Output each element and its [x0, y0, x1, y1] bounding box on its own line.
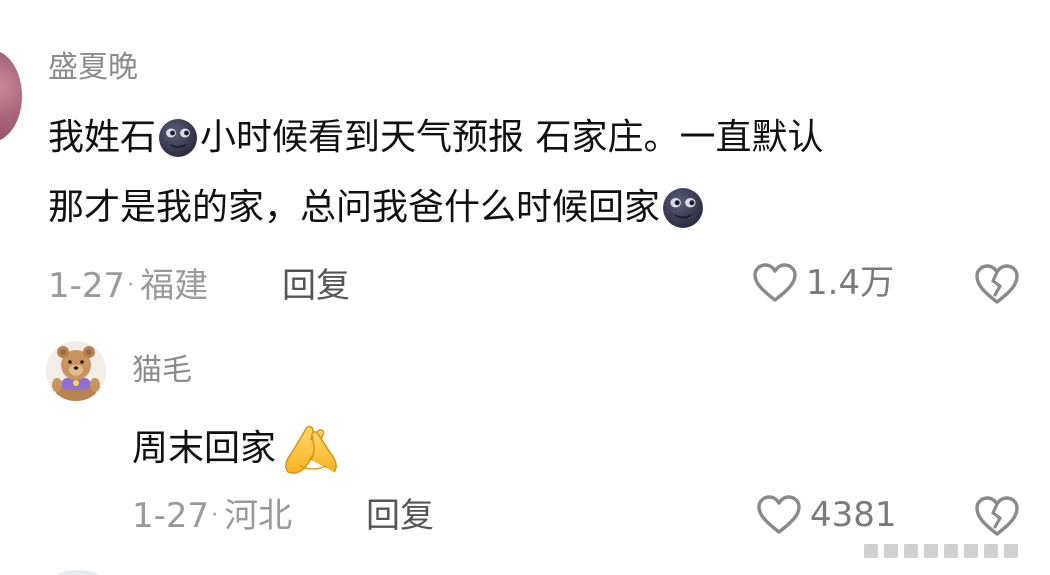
- teddy-bear-icon: [46, 341, 106, 401]
- heart-icon: [753, 263, 797, 302]
- reply-date: 1-27: [132, 496, 210, 536]
- avatar[interactable]: [58, 570, 98, 575]
- reply-username[interactable]: 猫毛: [132, 353, 192, 389]
- comment-thread: 盛夏晚 我姓石 小时候看到天气预报 石家庄。一直默认 那才是我的家，总问我爸什么…: [0, 0, 1050, 575]
- like-button[interactable]: 1.4万: [752, 262, 894, 304]
- folded-hands-icon: [285, 425, 337, 474]
- comment-date: 1-27: [48, 266, 126, 306]
- meta-separator: ·: [211, 503, 219, 528]
- new-moon-face-icon: [663, 188, 703, 228]
- broken-heart-icon[interactable]: [973, 494, 1021, 538]
- comment-username[interactable]: 盛夏晚: [48, 50, 138, 86]
- avatar[interactable]: [0, 50, 22, 142]
- comment-body: 我姓石 小时候看到天气预报 石家庄。一直默认 那才是我的家，总问我爸什么时候回家: [48, 118, 823, 228]
- reply-meta: 1-27 · 河北: [132, 496, 292, 536]
- broken-heart-icon[interactable]: [973, 262, 1021, 306]
- reply-location: 河北: [224, 496, 293, 536]
- reply-body: 周末回家: [132, 420, 342, 478]
- comment-text-segment: 小时候看到天气预报 石家庄。一直默认: [200, 117, 824, 158]
- like-button[interactable]: 4381: [756, 494, 897, 536]
- comment-text-segment: 那才是我的家，总问我爸什么时候回家: [48, 187, 661, 228]
- like-count: 1.4万: [806, 263, 895, 303]
- new-moon-face-icon: [159, 119, 198, 157]
- comment-location: 福建: [140, 266, 209, 306]
- comment-text-segment: 我姓石: [48, 117, 157, 158]
- meta-separator: ·: [127, 273, 135, 298]
- reply-text: 周末回家: [132, 428, 277, 469]
- comment-meta: 1-27 · 福建: [48, 266, 208, 306]
- reply-button[interactable]: 回复: [282, 266, 350, 306]
- like-count: 4381: [810, 495, 897, 535]
- reply-button[interactable]: 回复: [366, 496, 434, 536]
- heart-icon: [757, 495, 801, 534]
- watermark-icon: [858, 539, 1038, 563]
- avatar[interactable]: [46, 341, 106, 401]
